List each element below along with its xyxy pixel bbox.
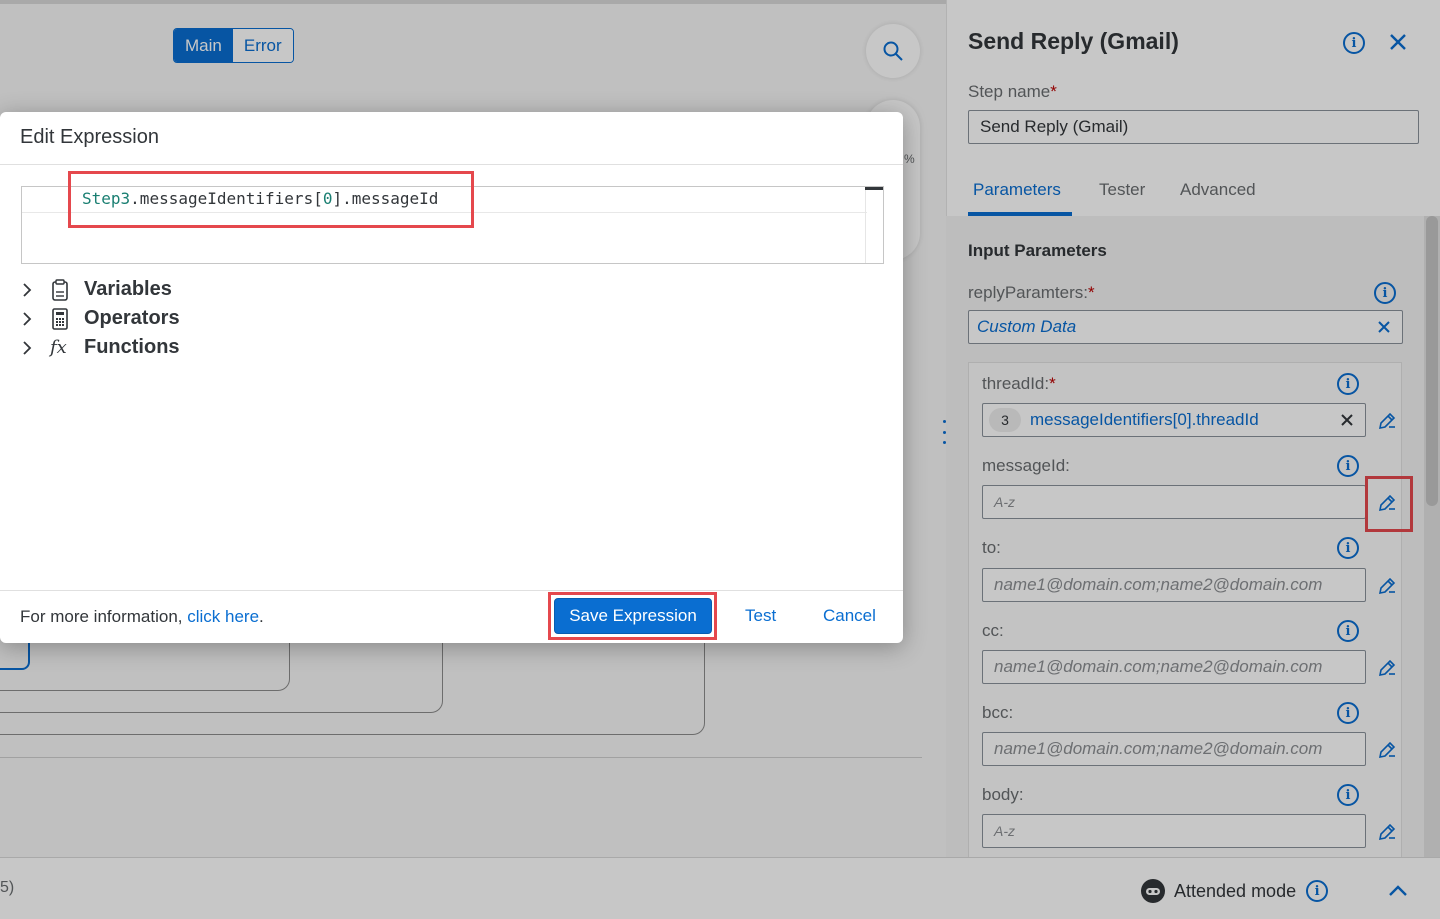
cancel-button[interactable]: Cancel: [823, 606, 876, 626]
chevron-right-icon: [23, 282, 32, 297]
editor-cursor-marker: [865, 187, 883, 190]
more-info-text: For more information, click here.: [20, 607, 264, 627]
tree-item-variables[interactable]: Variables: [18, 278, 172, 301]
tree-item-functions[interactable]: fx Functions: [18, 336, 180, 359]
tree-item-label: Operators: [84, 307, 180, 329]
tree-item-operators[interactable]: Operators: [18, 307, 180, 330]
click-here-link[interactable]: click here: [187, 607, 259, 626]
dialog-title: Edit Expression: [20, 126, 159, 148]
chevron-right-icon: [23, 340, 32, 355]
more-info-suffix: .: [259, 607, 264, 626]
tree-item-label: Variables: [84, 278, 172, 300]
dialog-footer-divider: [0, 590, 903, 591]
clipboard-icon: [52, 278, 68, 301]
editor-scroll-gutter: [865, 187, 883, 263]
function-fx-icon: fx: [50, 337, 67, 358]
more-info-prefix: For more information,: [20, 607, 188, 626]
calculator-icon: [52, 307, 68, 330]
test-button[interactable]: Test: [745, 606, 776, 626]
highlight-box: [68, 171, 474, 228]
chevron-right-icon: [23, 311, 32, 326]
highlight-box: [548, 592, 717, 640]
dialog-header-divider: [0, 164, 903, 165]
tree-item-label: Functions: [84, 336, 180, 358]
